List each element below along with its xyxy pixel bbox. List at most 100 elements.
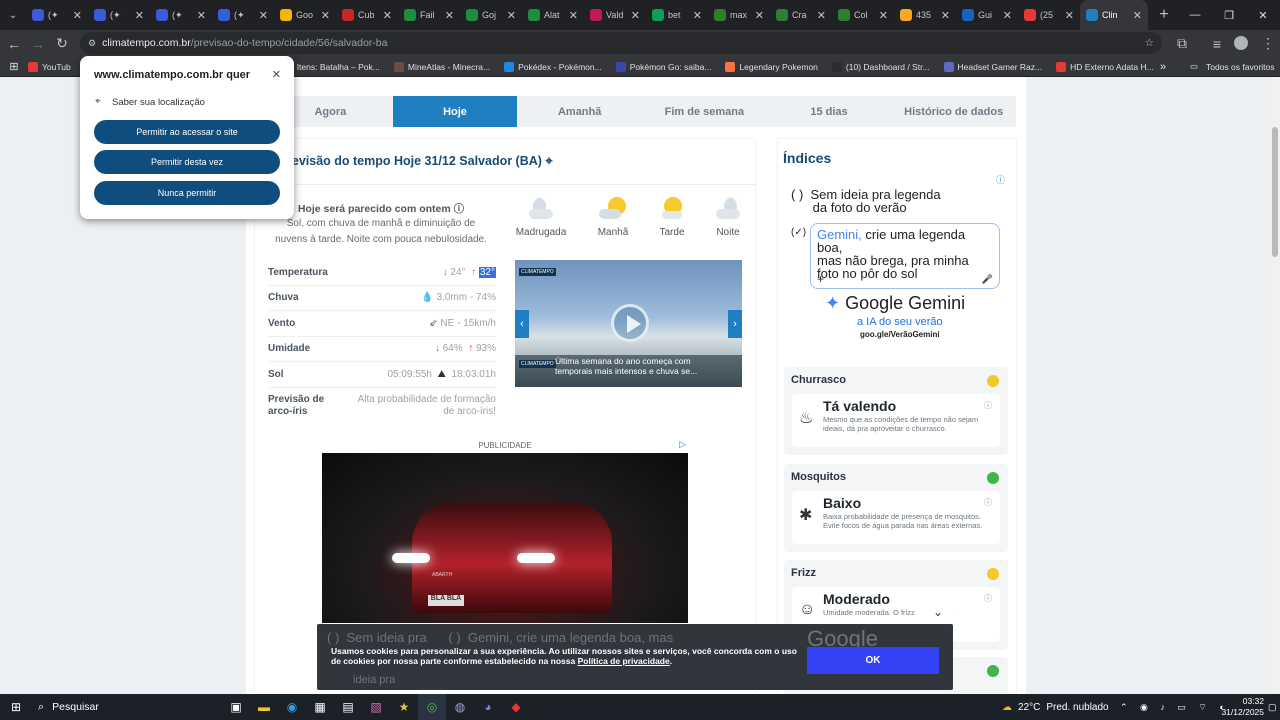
close-tab-icon[interactable]: ✕ — [321, 9, 330, 22]
app-icon[interactable]: ★ — [390, 694, 418, 720]
photos-icon[interactable]: ▧ — [362, 694, 390, 720]
reload-icon[interactable]: ↻ — [50, 35, 74, 52]
cookie-ok-button[interactable]: OK — [807, 647, 939, 674]
browser-tab[interactable]: (✦ ✕ — [212, 0, 274, 30]
address-bar[interactable]: ⚙ climatempo.com.br/previsao-do-tempo/ci… — [80, 32, 1162, 54]
browser-tab[interactable]: Vald ✕ — [584, 0, 646, 30]
bookmark-item[interactable]: Pokédex - Pokémon... — [504, 61, 602, 72]
ad-choices-icon[interactable]: ▷ — [679, 439, 686, 450]
tab-15-dias[interactable]: 15 dias — [767, 96, 892, 127]
file-explorer-icon[interactable]: ▬ — [250, 694, 278, 720]
tab-hoje[interactable]: Hoje — [392, 96, 518, 127]
browser-tab[interactable]: Fail ✕ — [398, 0, 460, 30]
app-icon[interactable]: ▤ — [334, 694, 362, 720]
play-button[interactable] — [611, 304, 649, 342]
apps-icon[interactable]: ⊞ — [0, 60, 28, 73]
tab-amanha[interactable]: Amanhã — [517, 96, 642, 127]
browser-tab[interactable]: 435 ✕ — [894, 0, 956, 30]
collapse-chevron-button[interactable]: ⌄ — [920, 601, 956, 623]
browser-tab[interactable]: (✦ ✕ — [26, 0, 88, 30]
close-tab-icon[interactable]: ✕ — [693, 9, 702, 22]
bookmark-item[interactable]: Pokémon Go: saiba... — [615, 61, 711, 72]
profile-avatar[interactable] — [1234, 36, 1248, 50]
close-tab-icon[interactable]: ✕ — [1133, 9, 1142, 22]
store-icon[interactable]: ▦ — [306, 694, 334, 720]
info-icon[interactable]: ⓘ — [454, 203, 465, 215]
close-tab-icon[interactable]: ✕ — [755, 9, 764, 22]
all-bookmarks-link[interactable]: Todos os favoritos — [1206, 62, 1275, 72]
close-tab-icon[interactable]: ✕ — [1003, 9, 1012, 22]
new-tab-button[interactable]: + — [1152, 6, 1176, 24]
task-view-icon[interactable]: ▣ — [222, 694, 250, 720]
edge-icon[interactable]: ◉ — [278, 694, 306, 720]
close-tab-icon[interactable]: ✕ — [197, 9, 206, 22]
browser-tab[interactable]: max ✕ — [708, 0, 770, 30]
browser-tab[interactable]: bet ✕ — [646, 0, 708, 30]
close-tab-icon[interactable]: ✕ — [817, 9, 826, 22]
video-prev-button[interactable]: ‹ — [515, 310, 529, 338]
close-tab-icon[interactable]: ✕ — [135, 9, 144, 22]
advertisement[interactable]: PUBLICIDADE ▷ ABARTH BLA BLA — [322, 438, 688, 623]
menu-icon[interactable]: ⋮ — [1256, 35, 1280, 52]
browser-tab[interactable]: (✦ ✕ — [150, 0, 212, 30]
bookmark-item[interactable]: Headset Gamer Raz... — [943, 61, 1042, 72]
browser-tab[interactable]: (✦ ✕ — [88, 0, 150, 30]
close-tab-icon[interactable]: ✕ — [1065, 9, 1074, 22]
minimize-button[interactable]: — — [1178, 9, 1212, 22]
app-icon[interactable]: ◆ — [502, 694, 530, 720]
bookmark-star-icon[interactable]: ☆ — [1145, 37, 1154, 49]
car-ad-image[interactable]: ABARTH BLA BLA — [322, 453, 688, 623]
privacy-policy-link[interactable]: Política de privacidade — [578, 656, 670, 666]
bookmark-item[interactable]: (10) Dashboard / Str... — [831, 61, 930, 72]
browser-tab[interactable]: Alat ✕ — [522, 0, 584, 30]
notifications-icon[interactable]: ▢ — [1268, 702, 1277, 713]
maximize-button[interactable]: ❐ — [1212, 9, 1246, 22]
close-tab-icon[interactable]: ✕ — [879, 9, 888, 22]
tab-fim-de-semana[interactable]: Fim de semana — [642, 96, 767, 127]
chrome-icon[interactable]: ◎ — [418, 694, 446, 720]
browser-tab[interactable]: Cra ✕ — [770, 0, 832, 30]
page-scrollbar[interactable] — [1270, 77, 1280, 694]
weather-widget[interactable]: ☁ 22°C Pred. nublado — [1002, 702, 1109, 713]
info-icon[interactable]: ⓘ — [984, 400, 992, 411]
clock[interactable]: 03:32 31/12/2025 — [1200, 696, 1264, 718]
start-button[interactable]: ⊞ — [0, 694, 32, 720]
tab-search-icon[interactable]: ⌄ — [0, 10, 26, 21]
never-allow-button[interactable]: Nunca permitir — [94, 181, 280, 205]
close-window-button[interactable]: ✕ — [1246, 9, 1280, 22]
bookmark-item[interactable]: HD Externo Adata H... — [1056, 61, 1154, 72]
info-icon[interactable]: ⓘ — [984, 497, 992, 508]
media-icon[interactable]: ≡ — [1205, 36, 1229, 52]
tab-historico[interactable]: Histórico de dados — [891, 96, 1016, 127]
close-tab-icon[interactable]: ✕ — [383, 9, 392, 22]
close-tab-icon[interactable]: ✕ — [259, 9, 268, 22]
extensions-icon[interactable]: ⧉ — [1170, 35, 1194, 52]
gemini-link[interactable]: goo.gle/VerãoGemini — [860, 330, 940, 339]
browser-tab[interactable]: Clin ✕ — [1080, 0, 1148, 30]
bookmark-item[interactable]: YouTub — [28, 61, 71, 72]
allow-once-button[interactable]: Permitir desta vez — [94, 150, 280, 174]
popup-close-icon[interactable]: ✕ — [272, 68, 281, 81]
bookmarks-overflow-button[interactable]: » — [1160, 61, 1166, 73]
close-tab-icon[interactable]: ✕ — [569, 9, 578, 22]
close-tab-icon[interactable]: ✕ — [507, 9, 516, 22]
browser-tab[interactable]: Goo ✕ — [274, 0, 336, 30]
close-tab-icon[interactable]: ✕ — [73, 9, 82, 22]
close-tab-icon[interactable]: ✕ — [445, 9, 454, 22]
browser-tab[interactable]: (25 ✕ — [1018, 0, 1080, 30]
browser-tab[interactable]: Col ✕ — [832, 0, 894, 30]
allow-on-visit-button[interactable]: Permitir ao acessar o site — [94, 120, 280, 144]
steam-icon[interactable]: ◍ — [446, 694, 474, 720]
taskbar-search[interactable]: ⌕ Pesquisar — [32, 694, 222, 720]
bookmark-item[interactable]: Legendary Pokemon — [725, 61, 818, 72]
browser-tab[interactable]: Cub ✕ — [336, 0, 398, 30]
close-tab-icon[interactable]: ✕ — [941, 9, 950, 22]
bookmark-item[interactable]: MineAtlas - Minecra... — [393, 61, 490, 72]
gemini-ad[interactable]: ⓘ ( ) Sem ideia pra legenda da foto do v… — [785, 173, 1007, 349]
bookmark-item[interactable]: Itens: Batalha – Pok... — [282, 61, 380, 72]
info-icon[interactable]: ⓘ — [984, 593, 992, 604]
forward-icon[interactable]: → — [26, 36, 50, 52]
discord-icon[interactable]: ◕ — [474, 694, 502, 720]
site-info-icon[interactable]: ⚙ — [88, 38, 96, 49]
back-icon[interactable]: ← — [2, 36, 26, 52]
